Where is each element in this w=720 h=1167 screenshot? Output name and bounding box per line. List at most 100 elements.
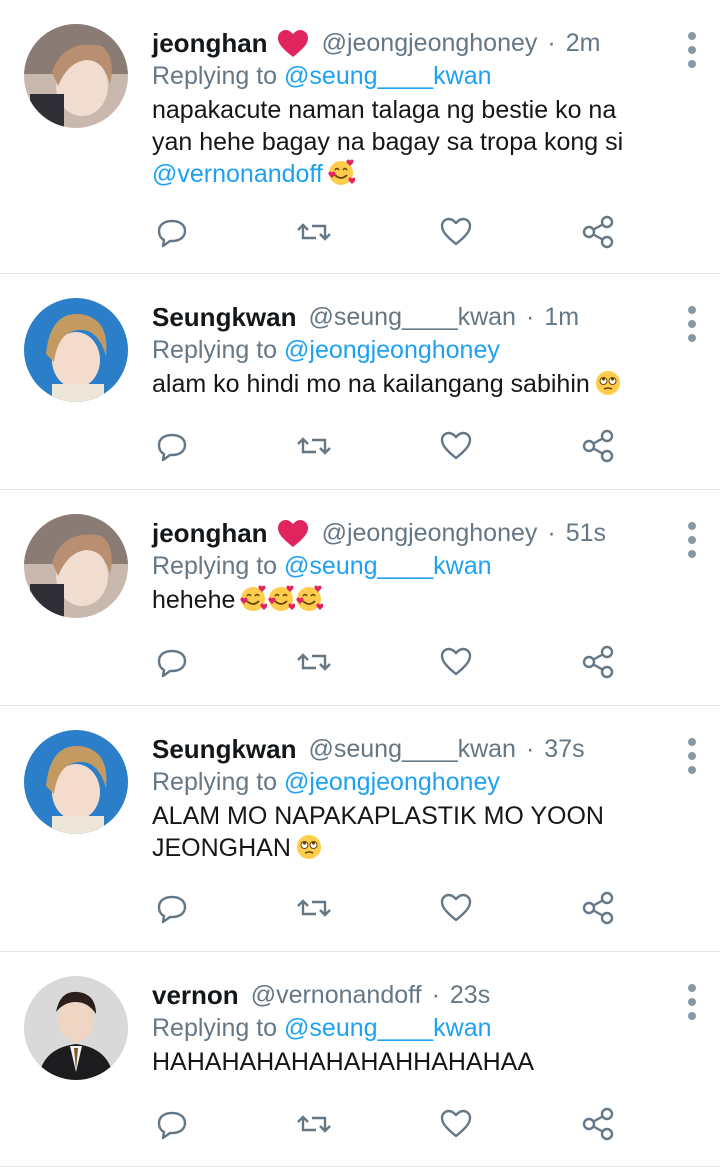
separator-dot: · bbox=[547, 29, 556, 57]
tweet-text: alam ko hindi mo na kailangang sabihin bbox=[152, 368, 660, 400]
action-bar bbox=[152, 888, 622, 928]
more-options-icon[interactable] bbox=[686, 304, 698, 344]
face-with-rolling-eyes-emoji bbox=[594, 369, 622, 397]
action-bar bbox=[152, 426, 622, 466]
retweet-icon[interactable] bbox=[294, 642, 334, 682]
tweet[interactable]: Seungkwan @seung____kwan · 37s Replying … bbox=[0, 706, 720, 952]
tweet[interactable]: jeonghan @jeongjeonghoney · 2m Replying … bbox=[0, 0, 720, 274]
timestamp[interactable]: 2m bbox=[566, 24, 601, 62]
reply-mention[interactable]: @jeongjeonghoney bbox=[284, 768, 500, 796]
like-icon[interactable] bbox=[436, 642, 476, 682]
more-options-icon[interactable] bbox=[686, 982, 698, 1022]
tweet-text: HAHAHAHAHAHAHAHHAHAHAA bbox=[152, 1046, 660, 1078]
tweet-header: Seungkwan @seung____kwan · 1m bbox=[152, 298, 660, 336]
tweet[interactable]: jeonghan @jeongjeonghoney · 51s Replying… bbox=[0, 490, 720, 706]
more-options-icon[interactable] bbox=[686, 520, 698, 560]
replying-to: Replying to @jeongjeonghoney bbox=[152, 766, 660, 798]
user-handle[interactable]: @jeongjeonghoney bbox=[322, 24, 538, 62]
separator-dot: · bbox=[431, 981, 440, 1009]
replying-to: Replying to @jeongjeonghoney bbox=[152, 334, 660, 366]
separator-dot: · bbox=[547, 519, 556, 547]
face-with-rolling-eyes-emoji bbox=[295, 833, 323, 861]
avatar[interactable] bbox=[24, 730, 128, 834]
user-handle[interactable]: @vernonandoff bbox=[251, 976, 422, 1014]
tweet-header: jeonghan @jeongjeonghoney · 2m bbox=[152, 24, 660, 62]
more-options-icon[interactable] bbox=[686, 736, 698, 776]
reply-mention[interactable]: @jeongjeonghoney bbox=[284, 336, 500, 364]
tweet-text-line: alam ko hindi mo na kailangang sabihin bbox=[152, 370, 590, 398]
reply-icon[interactable] bbox=[152, 888, 192, 928]
reply-mention[interactable]: @seung____kwan bbox=[284, 552, 491, 580]
share-icon[interactable] bbox=[578, 426, 618, 466]
tweet-header: vernon @vernonandoff · 23s bbox=[152, 976, 660, 1014]
action-bar bbox=[152, 212, 622, 252]
retweet-icon[interactable] bbox=[294, 888, 334, 928]
retweet-icon[interactable] bbox=[294, 1104, 334, 1144]
like-icon[interactable] bbox=[436, 888, 476, 928]
tweet-text: hehehe bbox=[152, 584, 660, 616]
tweet-text-line: HAHAHAHAHAHAHAHHAHAHAA bbox=[152, 1048, 535, 1076]
tweet-header: Seungkwan @seung____kwan · 37s bbox=[152, 730, 660, 768]
tweet[interactable]: vernon @vernonandoff · 23s Replying to @… bbox=[0, 952, 720, 1167]
like-icon[interactable] bbox=[436, 1104, 476, 1144]
replying-to-label: Replying to bbox=[152, 62, 278, 90]
reply-icon[interactable] bbox=[152, 1104, 192, 1144]
replying-to-label: Replying to bbox=[152, 1014, 278, 1042]
timestamp[interactable]: 1m bbox=[544, 298, 579, 336]
like-icon[interactable] bbox=[436, 212, 476, 252]
display-name[interactable]: jeonghan bbox=[152, 514, 268, 552]
tweet-text-line: ALAM MO NAPAKAPLASTIK MO YOON bbox=[152, 802, 604, 830]
share-icon[interactable] bbox=[578, 888, 618, 928]
separator-dot: · bbox=[525, 735, 535, 763]
replying-to-label: Replying to bbox=[152, 768, 278, 796]
share-icon[interactable] bbox=[578, 642, 618, 682]
avatar[interactable] bbox=[24, 514, 128, 618]
timestamp[interactable]: 23s bbox=[450, 976, 490, 1014]
red-heart-emoji bbox=[277, 30, 308, 58]
replying-to: Replying to @seung____kwan bbox=[152, 550, 660, 582]
tweet-header: jeonghan @jeongjeonghoney · 51s bbox=[152, 514, 660, 552]
tweet-feed: jeonghan @jeongjeonghoney · 2m Replying … bbox=[0, 0, 720, 1167]
like-icon[interactable] bbox=[436, 426, 476, 466]
user-handle[interactable]: @seung____kwan bbox=[308, 298, 515, 336]
share-icon[interactable] bbox=[578, 1104, 618, 1144]
action-bar bbox=[152, 642, 622, 682]
tweet-text-line: hehehe bbox=[152, 586, 236, 614]
text-mention[interactable]: @vernonandoff bbox=[152, 160, 323, 188]
reply-icon[interactable] bbox=[152, 642, 192, 682]
display-name[interactable]: Seungkwan bbox=[152, 730, 296, 768]
timestamp[interactable]: 51s bbox=[566, 514, 606, 552]
replying-to: Replying to @seung____kwan bbox=[152, 60, 660, 92]
reply-mention[interactable]: @seung____kwan bbox=[284, 1014, 491, 1042]
user-handle[interactable]: @jeongjeonghoney bbox=[322, 514, 538, 552]
timestamp[interactable]: 37s bbox=[544, 730, 584, 768]
replying-to: Replying to @seung____kwan bbox=[152, 1012, 660, 1044]
reply-icon[interactable] bbox=[152, 212, 192, 252]
tweet-content: jeonghan @jeongjeonghoney · 51s Replying… bbox=[152, 514, 660, 616]
tweet-text: ALAM MO NAPAKAPLASTIK MO YOON JEONGHAN bbox=[152, 800, 660, 864]
display-name[interactable]: Seungkwan bbox=[152, 298, 296, 336]
more-options-icon[interactable] bbox=[686, 30, 698, 70]
user-handle[interactable]: @seung____kwan bbox=[308, 730, 515, 768]
avatar[interactable] bbox=[24, 24, 128, 128]
display-name[interactable]: jeonghan bbox=[152, 24, 268, 62]
share-icon[interactable] bbox=[578, 212, 618, 252]
tweet-text-line: yan hehe bagay na bagay sa tropa kong si bbox=[152, 128, 624, 156]
smiling-face-with-hearts-emoji bbox=[295, 585, 324, 613]
tweet-text-line: JEONGHAN bbox=[152, 834, 291, 862]
retweet-icon[interactable] bbox=[294, 426, 334, 466]
tweet-text-line: napakacute naman talaga ng bestie ko na bbox=[152, 96, 617, 124]
smiling-face-with-hearts-emoji bbox=[239, 585, 268, 613]
tweet-text: napakacute naman talaga ng bestie ko na … bbox=[152, 94, 660, 190]
reply-icon[interactable] bbox=[152, 426, 192, 466]
avatar[interactable] bbox=[24, 298, 128, 402]
tweet-content: jeonghan @jeongjeonghoney · 2m Replying … bbox=[152, 24, 660, 190]
tweet[interactable]: Seungkwan @seung____kwan · 1m Replying t… bbox=[0, 274, 720, 490]
smiling-face-with-hearts-emoji bbox=[267, 585, 296, 613]
smiling-face-with-hearts-emoji bbox=[327, 159, 356, 187]
reply-mention[interactable]: @seung____kwan bbox=[284, 62, 491, 90]
retweet-icon[interactable] bbox=[294, 212, 334, 252]
display-name[interactable]: vernon bbox=[152, 976, 239, 1014]
avatar[interactable] bbox=[24, 976, 128, 1080]
tweet-content: Seungkwan @seung____kwan · 1m Replying t… bbox=[152, 298, 660, 400]
